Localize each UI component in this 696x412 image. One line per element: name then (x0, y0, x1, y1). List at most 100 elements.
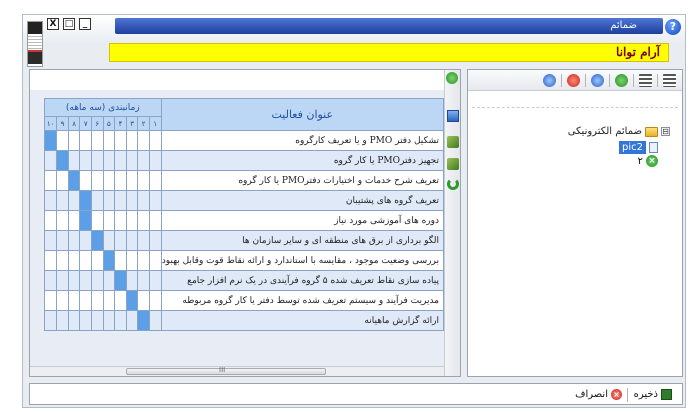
gantt-cell (67, 190, 81, 211)
table-row[interactable]: تجهیز دفترPMO یا کار گروه (43, 150, 444, 171)
gantt-cell (137, 310, 150, 331)
toolbar-divider (585, 74, 586, 87)
table-row[interactable]: ارائه گزارش ماهیانه (43, 310, 444, 331)
table-row[interactable]: تعریف گروه های پشتیبان (43, 190, 444, 211)
tree-item-label: ۲ (637, 155, 643, 167)
edit-alt-icon[interactable] (447, 158, 459, 170)
title-strip: ضمائم (115, 18, 663, 34)
toolbar-divider (561, 74, 562, 87)
tree-root-label: ضمائم الکترونیکی (567, 126, 642, 137)
activity-title-header: عنوان فعالیت (160, 98, 444, 131)
gantt-cell (56, 170, 69, 191)
dialog-window: X □ _ ضمائم ? آرام توانا زمانبندی (سه ما… (22, 14, 686, 408)
table-row[interactable]: بررسی وضعیت موجود ، مقایسه با استاندارد … (43, 250, 444, 271)
gantt-cell (137, 130, 150, 151)
tree-filter-field[interactable] (472, 94, 678, 108)
gantt-cell (43, 310, 58, 331)
horizontal-scroll-thumb[interactable]: III (126, 366, 326, 375)
task-label: الگو برداری از برق های منطقه ای و سایر س… (160, 230, 444, 251)
table-row[interactable]: مدیریت فرآیند و سیستم تعریف شده توسط دفت… (43, 290, 444, 311)
gantt-cell (137, 190, 150, 211)
reload-icon[interactable] (447, 178, 459, 190)
edit-icon[interactable] (447, 136, 459, 148)
gantt-view: زمانبندی (سه ماهه) عنوان فعالیت ۱۰ ۹ ۸ ۷ ۶ ۵ ۴… (30, 90, 444, 366)
gantt-cell (102, 290, 116, 311)
refresh-icon[interactable] (591, 74, 604, 87)
table-row[interactable]: الگو برداری از برق های منطقه ای و سایر س… (43, 230, 444, 251)
gantt-cell (137, 230, 150, 251)
gantt-cell (67, 150, 81, 171)
table-row[interactable]: تعریف شرح خدمات و اختیارات دفترPMO یا کا… (43, 170, 444, 191)
gantt-cell (137, 150, 150, 171)
document-icon (649, 142, 658, 153)
maximize-button[interactable]: □ (63, 18, 75, 30)
table-row[interactable]: تشکیل دفتر PMO و یا تعریف کارگروه (43, 130, 444, 151)
gantt-cell (56, 250, 69, 271)
cancel-button[interactable]: × انصراف (575, 387, 622, 402)
period-header-cell: ۴ (114, 116, 127, 131)
period-header-cell: ۹ (56, 116, 69, 131)
task-label: تعریف شرح خدمات و اختیارات دفترPMO یا کا… (160, 170, 444, 191)
gantt-cell (114, 270, 127, 291)
close-button[interactable]: X (47, 18, 59, 30)
gantt-cell (67, 170, 81, 191)
tree-item-2[interactable]: × ۲ (638, 155, 658, 167)
tree-root-node[interactable]: ⊟ ضمائم الکترونیکی (568, 126, 670, 137)
tree-item-pic2[interactable]: pic2 (619, 141, 658, 154)
gantt-cell (79, 250, 92, 271)
gantt-cell (102, 190, 116, 211)
gantt-cell (79, 290, 92, 311)
undo-icon[interactable] (543, 74, 556, 87)
gantt-cell (79, 210, 92, 231)
cancel-label: انصراف (575, 389, 608, 400)
gantt-table: زمانبندی (سه ماهه) عنوان فعالیت ۱۰ ۹ ۸ ۷ ۶ ۵ ۴… (43, 98, 444, 331)
gantt-cell (125, 250, 139, 271)
gantt-cell (43, 270, 58, 291)
gantt-cell (56, 290, 69, 311)
gantt-cell (67, 270, 81, 291)
gantt-cell (149, 210, 162, 231)
context-banner: آرام توانا (109, 43, 669, 62)
gantt-cell (91, 310, 104, 331)
gantt-cell (149, 250, 162, 271)
gantt-cell (125, 270, 139, 291)
gantt-cell (67, 290, 81, 311)
attachment-icon: × (646, 155, 658, 167)
export-icon[interactable] (447, 110, 459, 122)
gantt-cell (125, 190, 139, 211)
gantt-cell (125, 230, 139, 251)
window-title: ضمائم (610, 20, 637, 31)
table-row[interactable]: پیاده سازی نقاط تعریف شده ۵ گروه فرآیندی… (43, 270, 444, 291)
gantt-cell (79, 130, 92, 151)
gantt-cell (137, 270, 150, 291)
table-row[interactable]: دوره های آموزشی مورد نیاز (43, 210, 444, 231)
remove-icon[interactable] (567, 74, 580, 87)
gantt-cell (149, 170, 162, 191)
action-bar: ذخیره × انصراف (29, 383, 683, 405)
toolbar-divider (609, 74, 610, 87)
refresh-icon[interactable] (446, 72, 458, 84)
list-icon[interactable] (663, 74, 676, 87)
gantt-cell (56, 190, 69, 211)
save-label: ذخیره (633, 389, 658, 400)
indent-icon[interactable] (639, 74, 652, 87)
horizontal-scrollbar[interactable]: III (30, 366, 444, 376)
gantt-cell (149, 270, 162, 291)
gantt-cell (114, 250, 127, 271)
save-button[interactable]: ذخیره (634, 387, 672, 402)
gantt-cell (114, 290, 127, 311)
scroll-grip: III (219, 366, 226, 374)
gantt-cell (91, 150, 104, 171)
minimize-button[interactable]: _ (79, 18, 91, 30)
gantt-cell (114, 310, 127, 331)
save-icon (661, 389, 672, 400)
help-button[interactable]: ? (665, 19, 681, 35)
gantt-cell (67, 310, 81, 331)
tree-item-label: pic2 (619, 141, 646, 154)
task-label: پیاده سازی نقاط تعریف شده ۵ گروه فرآیندی… (160, 270, 444, 291)
add-icon[interactable] (615, 74, 628, 87)
gantt-cell (114, 210, 127, 231)
collapse-icon[interactable]: ⊟ (661, 127, 670, 136)
gantt-cell (91, 190, 104, 211)
gantt-cell (43, 290, 58, 311)
